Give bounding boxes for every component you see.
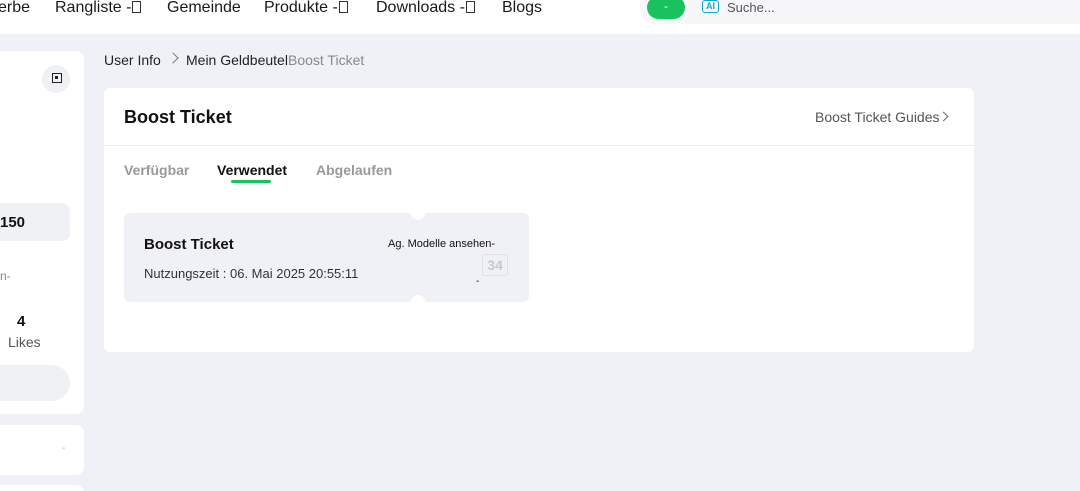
nav-item-erbe[interactable]: erbe (0, 0, 30, 18)
ticket-notch-bottom (411, 295, 425, 309)
tab-abgelaufen[interactable]: Abgelaufen (316, 162, 392, 178)
stat-value: 150 (0, 214, 26, 231)
breadcrumb-boost-ticket: Boost Ticket (288, 52, 365, 68)
view-models-link[interactable]: Ag. Modelle ansehen- (388, 238, 495, 250)
ticket-card (124, 213, 529, 302)
sidebar-card-2: - (0, 425, 84, 475)
qr-code-icon (52, 73, 62, 83)
divider (104, 145, 974, 146)
ticket-title: Boost Ticket (144, 236, 234, 253)
green-action-button[interactable]: - (647, 0, 685, 19)
likes-count: 4 (17, 313, 26, 330)
dropdown-icon (338, 1, 348, 13)
ticket-dash: - (476, 276, 480, 287)
dropdown-icon (132, 1, 142, 13)
sidebar-action-button[interactable] (0, 365, 70, 401)
sidebar-text-fragment: n- (0, 269, 11, 283)
nav-item-produkte[interactable]: Produkte - (264, 0, 348, 18)
page-title: Boost Ticket (124, 107, 232, 127)
ticket-usage-time: Nutzungszeit : 06. Mai 2025 20:55:11 (144, 266, 359, 281)
nav-item-gemeinde[interactable]: Gemeinde (167, 0, 241, 18)
breadcrumb-chevron-icon (167, 52, 179, 64)
likes-label: Likes (8, 334, 41, 350)
breadcrumb-user-info[interactable]: User Info (104, 52, 161, 68)
breadcrumb-mein-geldbeutel[interactable]: Mein Geldbeutel (186, 52, 288, 68)
ticket-notch-top (411, 206, 425, 220)
tab-verfuegbar[interactable]: Verfügbar (124, 162, 189, 178)
boost-ticket-guides-link[interactable]: Boost Ticket Guides (815, 109, 940, 125)
sidebar-card-3 (0, 485, 84, 491)
tab-verwendet[interactable]: Verwendet (217, 162, 287, 178)
ai-icon[interactable]: AI (702, 0, 719, 13)
search-input[interactable] (727, 0, 927, 16)
used-stamp-icon: 34 (482, 254, 508, 276)
active-tab-indicator (231, 180, 271, 183)
dropdown-icon (465, 1, 475, 13)
sidebar-card-2-dash: - (62, 443, 66, 454)
nav-item-rangliste[interactable]: Rangliste - (55, 0, 142, 18)
nav-item-blogs[interactable]: Blogs (502, 0, 542, 18)
nav-item-downloads[interactable]: Downloads - (376, 0, 475, 18)
qr-code-button[interactable] (42, 65, 70, 93)
